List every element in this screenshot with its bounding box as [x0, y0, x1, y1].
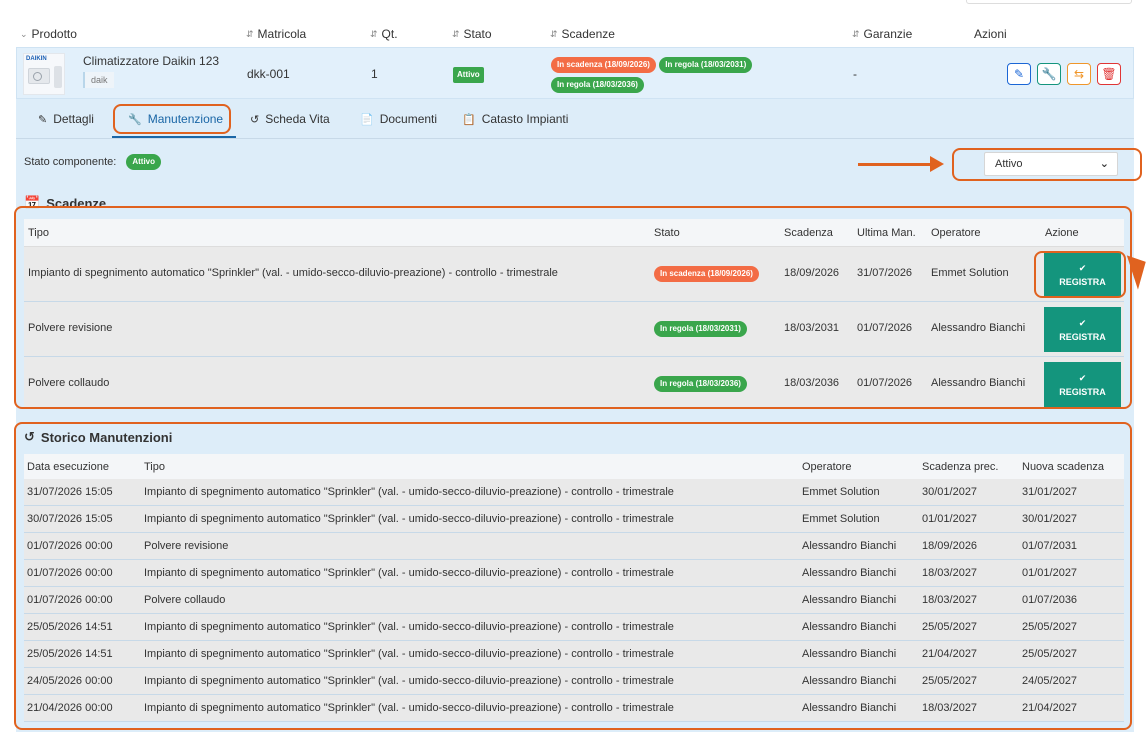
deadline-badges: In scadenza (18/09/2026) In regola (18/0…	[551, 56, 781, 93]
status-select[interactable]: Attivo ⌄	[984, 152, 1118, 176]
tab-scheda-vita[interactable]: ↺ Scheda Vita	[250, 112, 330, 126]
scadenze-header: Tipo Stato Scadenza Ultima Man. Operator…	[24, 219, 1124, 247]
table-row: Polvere collaudo In regola (18/03/2036) …	[24, 357, 1124, 409]
maintenance-button[interactable]: 🔧	[1037, 63, 1061, 85]
status-badge: Attivo	[453, 67, 484, 83]
product-serial: dkk-001	[247, 67, 290, 81]
clipboard-icon: 📋	[462, 113, 476, 126]
trash-icon: 🗑	[1101, 67, 1117, 81]
table-row: Polvere revisione In regola (18/03/2031)…	[24, 302, 1124, 357]
detail-panel: ✎ Dettagli 🔧 Manutenzione ↺ Scheda Vita 📄 Do…	[16, 99, 1134, 732]
file-icon: 📄	[360, 113, 374, 126]
storico-title: ↺ Storico Manutenzioni	[24, 429, 173, 445]
table-row: 30/07/2026 15:05 Impianto di spegnimento…	[24, 506, 1124, 533]
table-row: 21/04/2026 00:00 Impianto di spegnimento…	[24, 695, 1124, 722]
col-matricola[interactable]: ⇵ Matricola	[246, 27, 306, 41]
table-row: 01/07/2026 00:00 Impianto di spegnimento…	[24, 560, 1124, 587]
chevron-down-icon: ⌄	[20, 28, 28, 39]
product-name: Climatizzatore Daikin 123	[83, 54, 220, 68]
transfer-button[interactable]: ⇆	[1067, 63, 1091, 85]
calendar-icon: 📅	[24, 195, 41, 210]
wrench-icon: 🔧	[128, 113, 142, 126]
table-row: Impianto di spegnimento automatico "Spri…	[24, 247, 1124, 302]
table-row: 24/05/2026 00:00 Impianto di spegnimento…	[24, 668, 1124, 695]
col-qt[interactable]: ⇵ Qt.	[370, 27, 398, 41]
storico-header: Data esecuzione Tipo Operatore Scadenza …	[24, 454, 1124, 479]
deadline-badge: In scadenza (18/09/2026)	[551, 57, 656, 73]
deadline-badge: In regola (18/03/2036)	[551, 77, 644, 93]
chevron-down-icon: ⌄	[1099, 158, 1109, 170]
delete-button[interactable]: 🗑	[1097, 63, 1121, 85]
sort-icon: ⇵	[852, 28, 860, 39]
top-filter-box[interactable]	[966, 0, 1132, 4]
tab-documenti[interactable]: 📄 Documenti	[360, 112, 437, 126]
table-row: 01/07/2026 00:00 Polvere collaudo Alessa…	[24, 587, 1124, 614]
edit-square-icon: ✎	[38, 113, 48, 126]
history-icon: ↺	[250, 113, 260, 126]
check-icon: ✔	[1078, 262, 1087, 273]
registra-button[interactable]: ✔ REGISTRA	[1044, 362, 1121, 407]
product-warranty: -	[853, 67, 857, 81]
sort-icon: ⇵	[370, 28, 378, 39]
col-scadenze[interactable]: ⇵ Scadenze	[550, 27, 615, 41]
tab-bar: ✎ Dettagli 🔧 Manutenzione ↺ Scheda Vita 📄 Do…	[16, 99, 1134, 139]
fan-icon	[33, 72, 42, 81]
status-badge: In regola (18/03/2031)	[654, 321, 747, 337]
sort-icon: ⇵	[550, 28, 558, 39]
col-azioni: Azioni	[974, 27, 1007, 41]
component-status-badge: Attivo	[126, 154, 162, 170]
tab-manutenzione[interactable]: 🔧 Manutenzione	[128, 112, 223, 126]
scadenze-title: 📅 Scadenze	[24, 195, 107, 211]
table-row: 31/07/2026 15:05 Impianto di spegnimento…	[24, 479, 1124, 506]
annotation-arrow	[858, 163, 938, 166]
check-icon: ✔	[1078, 317, 1087, 328]
edit-button[interactable]: ✎	[1007, 63, 1031, 85]
wrench-icon: 🔧	[1041, 67, 1057, 81]
col-stato[interactable]: ⇵ Stato	[452, 27, 492, 41]
brand-tag: daik	[83, 72, 114, 88]
registra-button[interactable]: ✔ REGISTRA	[1044, 307, 1121, 352]
tab-catasto-impianti[interactable]: 📋 Catasto Impianti	[462, 112, 568, 126]
col-prodotto[interactable]: ⌄ Prodotto	[20, 27, 77, 41]
product-qty: 1	[371, 67, 378, 81]
table-row: 25/05/2026 14:51 Impianto di spegnimento…	[24, 614, 1124, 641]
history-icon: ↺	[24, 429, 35, 444]
check-icon: ✔	[1078, 372, 1087, 383]
registra-button[interactable]: ✔ REGISTRA	[1044, 252, 1121, 297]
component-status: Stato componente: Attivo	[24, 154, 162, 170]
table-header: ⌄ Prodotto ⇵ Matricola ⇵ Qt. ⇵ Stato ⇵ Scaden…	[16, 22, 1134, 46]
pencil-icon: ✎	[1013, 67, 1025, 81]
table-row: 25/05/2026 14:51 Impianto di spegnimento…	[24, 641, 1124, 668]
table-row: 01/07/2026 00:00 Polvere revisione Aless…	[24, 533, 1124, 560]
deadline-badge: In regola (18/03/2031)	[659, 57, 753, 73]
status-badge: In regola (18/03/2036)	[654, 376, 747, 392]
product-thumbnail: DAIKIN	[23, 53, 65, 95]
product-row[interactable]: DAIKIN Climatizzatore Daikin 123 daik dk…	[16, 47, 1134, 99]
active-tab-indicator	[112, 136, 236, 138]
sort-icon: ⇵	[246, 28, 254, 39]
arrow-right-icon	[930, 156, 944, 172]
col-garanzie[interactable]: ⇵ Garanzie	[852, 27, 912, 41]
brand-logo: DAIKIN	[26, 56, 47, 62]
tab-dettagli[interactable]: ✎ Dettagli	[38, 112, 94, 126]
status-badge: In scadenza (18/09/2026)	[654, 266, 759, 282]
swap-icon: ⇆	[1073, 67, 1085, 81]
sort-icon: ⇵	[452, 28, 460, 39]
